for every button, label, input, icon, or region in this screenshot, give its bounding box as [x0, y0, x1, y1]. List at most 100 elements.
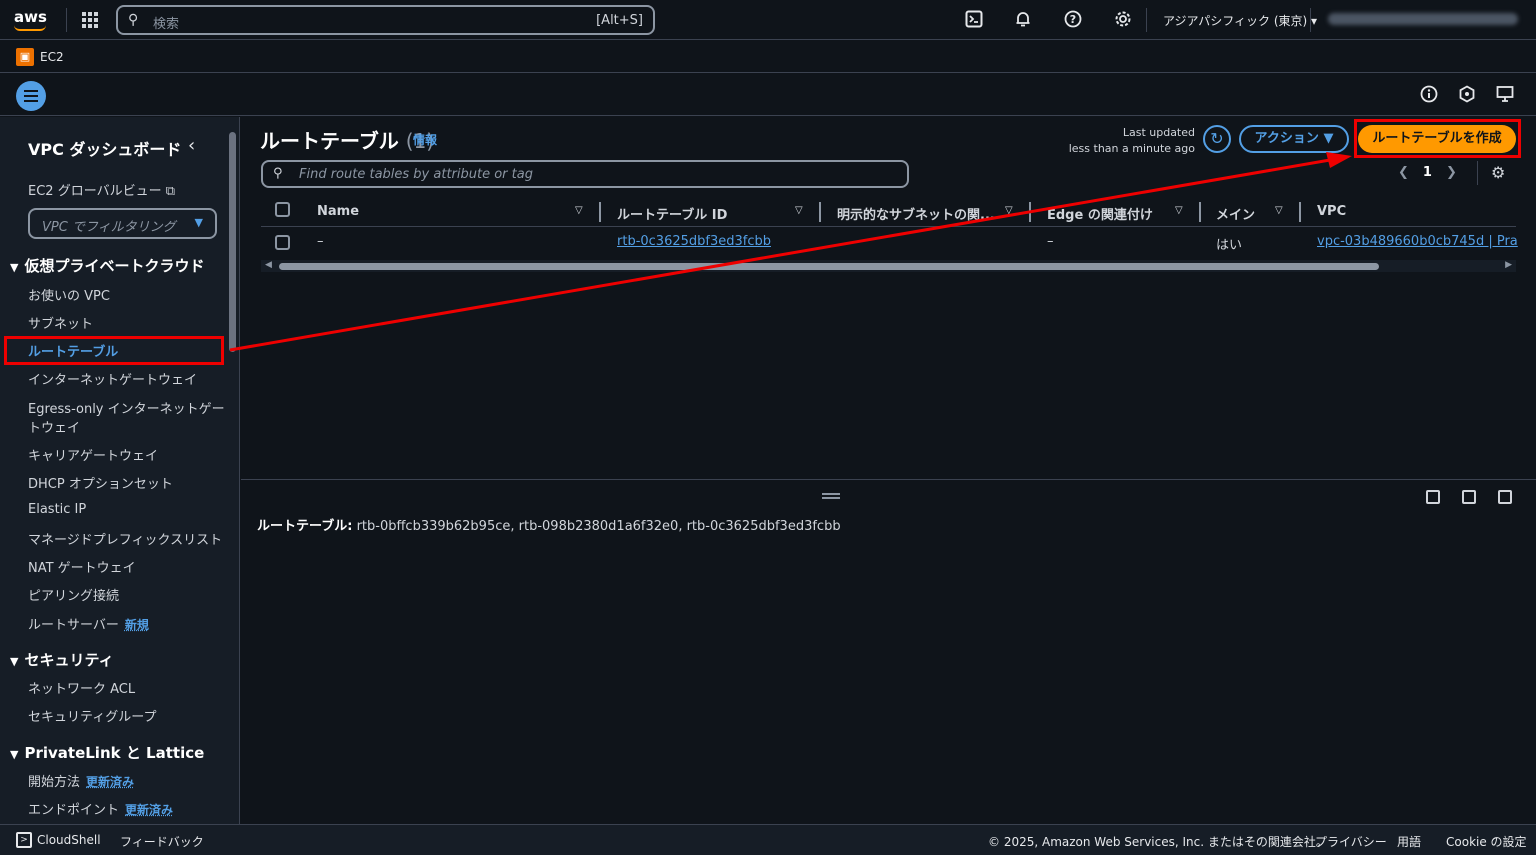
split-view-side-icon[interactable] — [1462, 490, 1476, 504]
aws-logo[interactable]: aws — [14, 8, 50, 32]
sidebar-item-security-groups[interactable]: セキュリティグループ — [28, 706, 156, 725]
section-vpc[interactable]: ▼ 仮想プライベートクラウド — [10, 255, 204, 276]
cell-route-table-id[interactable]: rtb-0c3625dbf3ed3fcbb — [617, 234, 771, 249]
notifications-bell-icon[interactable] — [1013, 10, 1033, 30]
section-security[interactable]: ▼ セキュリティ — [10, 649, 114, 670]
display-settings-icon[interactable] — [1495, 85, 1515, 105]
next-page-icon[interactable]: ❯ — [1446, 165, 1457, 180]
selected-value: rtb-0bffcb339b62b95ce, rtb-098b2380d1a6f… — [356, 519, 841, 534]
sort-icon[interactable]: ▽ — [1005, 205, 1013, 216]
caret-down-icon: ▼ — [10, 655, 19, 668]
table-horizontal-scrollbar[interactable]: ◀ ▶ — [261, 260, 1516, 272]
column-resizer[interactable] — [1199, 202, 1201, 222]
new-badge: 新規 — [124, 618, 149, 632]
cookie-settings-link[interactable]: Cookie の設定 — [1446, 833, 1527, 850]
sidebar-scroll-thumb[interactable] — [229, 132, 236, 352]
sidebar-item-label: エンドポイント — [28, 803, 120, 818]
scroll-thumb[interactable] — [279, 263, 1379, 270]
last-updated: Last updated less than a minute ago — [1069, 125, 1195, 157]
feedback-link[interactable]: フィードバック — [120, 833, 204, 850]
service-shortcut-ec2[interactable]: EC2 — [40, 50, 64, 64]
settings-gear-icon[interactable] — [1113, 10, 1133, 30]
search-icon: ⚲ — [273, 166, 283, 181]
column-header-name[interactable]: Name — [317, 204, 359, 219]
account-menu[interactable] — [1328, 13, 1518, 25]
prev-page-icon[interactable]: ❮ — [1398, 165, 1409, 180]
sidebar-item-route-servers[interactable]: ルートサーバー 新規 — [28, 614, 149, 633]
table-row[interactable]: – rtb-0c3625dbf3ed3fcbb – はい vpc-03b4896… — [261, 229, 1518, 259]
sort-icon[interactable]: ▽ — [1275, 205, 1283, 216]
sidebar-item-nat-gateways[interactable]: NAT ゲートウェイ — [28, 557, 136, 576]
external-link-icon: ⧉ — [165, 184, 176, 199]
cloudshell-icon[interactable]: > — [16, 832, 32, 848]
section-label: PrivateLink と Lattice — [24, 744, 205, 762]
sort-icon[interactable]: ▽ — [795, 205, 803, 216]
resize-handle-icon[interactable] — [822, 493, 840, 499]
sort-icon[interactable]: ▽ — [1175, 205, 1183, 216]
column-header-edge-associations[interactable]: Edge の関連付け — [1047, 204, 1153, 223]
updated-badge: 更新済み — [125, 803, 174, 817]
cell-vpc[interactable]: vpc-03b489660b0cb745d | Pra — [1317, 234, 1518, 249]
updated-badge: 更新済み — [86, 775, 135, 789]
services-menu-icon[interactable] — [82, 12, 98, 28]
current-page[interactable]: 1 — [1423, 165, 1432, 180]
sidebar-item-egress-only-igw[interactable]: Egress-only インターネットゲー トウェイ — [28, 398, 225, 436]
split-view-bottom-icon[interactable] — [1426, 490, 1440, 504]
region-selector[interactable]: アジアパシフィック (東京) ▾ — [1163, 12, 1317, 29]
close-sidebar-icon[interactable]: ‹ — [188, 135, 195, 156]
annotation-highlight-box — [1354, 119, 1521, 158]
column-resizer[interactable] — [819, 202, 821, 222]
split-view-full-icon[interactable] — [1498, 490, 1512, 504]
refresh-button[interactable]: ↻ — [1203, 125, 1231, 153]
column-header-main[interactable]: メイン — [1216, 204, 1255, 223]
section-label: セキュリティ — [24, 651, 114, 669]
column-resizer[interactable] — [1299, 202, 1301, 222]
sidebar-item-dhcp-options[interactable]: DHCP オプションセット — [28, 473, 173, 492]
sidebar-title[interactable]: VPC ダッシュボード — [28, 136, 181, 160]
cloudshell-icon[interactable] — [964, 10, 984, 30]
table-preferences-gear-icon[interactable]: ⚙ — [1491, 163, 1505, 182]
sort-icon[interactable]: ▽ — [575, 205, 583, 216]
sidebar-item-subnets[interactable]: サブネット — [28, 313, 93, 332]
sidebar-item-internet-gateways[interactable]: インターネットゲートウェイ — [28, 369, 197, 388]
section-privatelink[interactable]: ▼ PrivateLink と Lattice — [10, 742, 204, 763]
filter-placeholder: Find route tables by attribute or tag — [299, 167, 533, 182]
cell-name: – — [317, 234, 324, 249]
global-search-input[interactable]: ⚲ 検索 [Alt+S] — [116, 5, 655, 35]
route-tables-panel: ルートテーブル (1) 情報 Last updated less than a m… — [241, 117, 1536, 479]
select-all-checkbox[interactable] — [275, 202, 290, 217]
terms-link[interactable]: 用語 — [1397, 833, 1421, 850]
cell-edge-associations: – — [1047, 234, 1054, 249]
sidebar-item-peering[interactable]: ピアリング接続 — [28, 585, 119, 604]
sidebar-item-endpoints[interactable]: エンドポイント 更新済み — [28, 799, 173, 818]
sidebar-item-network-acl[interactable]: ネットワーク ACL — [28, 678, 135, 697]
sidebar-item-prefix-lists[interactable]: マネージドプレフィックスリスト — [28, 529, 222, 548]
column-header-route-table-id[interactable]: ルートテーブル ID — [617, 204, 727, 223]
column-header-explicit-subnets[interactable]: 明示的なサブネットの関... — [837, 204, 995, 223]
help-icon[interactable]: ? — [1063, 10, 1083, 30]
vpc-filter-select[interactable]: VPC でフィルタリング ▼ — [28, 208, 217, 239]
security-hexagon-icon[interactable] — [1457, 85, 1477, 105]
divider — [1310, 8, 1311, 32]
table-filter-input[interactable]: ⚲ Find route tables by attribute or tag — [261, 160, 909, 188]
info-link[interactable]: 情報 — [413, 131, 437, 148]
row-checkbox[interactable] — [275, 235, 290, 250]
actions-dropdown-button[interactable]: アクション ▼ — [1239, 125, 1349, 153]
sidebar-item-carrier-gateways[interactable]: キャリアゲートウェイ — [28, 445, 158, 464]
sidebar-item-elastic-ip[interactable]: Elastic IP — [28, 502, 86, 517]
privacy-link[interactable]: プライバシー — [1315, 833, 1387, 850]
column-resizer[interactable] — [1029, 202, 1031, 222]
side-nav-toggle-button[interactable] — [16, 81, 46, 111]
sidebar-item-getting-started[interactable]: 開始方法 更新済み — [28, 771, 134, 790]
cloudshell-link[interactable]: CloudShell — [37, 833, 101, 847]
info-panel-icon[interactable] — [1419, 85, 1439, 105]
sidebar-item-ec2-global-view[interactable]: EC2 グローバルビュー ⧉ — [28, 180, 175, 199]
column-resizer[interactable] — [599, 202, 601, 222]
scroll-left-icon[interactable]: ◀ — [265, 260, 272, 270]
ec2-service-icon[interactable]: ▣ — [16, 48, 34, 66]
column-header-vpc[interactable]: VPC — [1317, 204, 1346, 219]
sidebar-item-label: ルートサーバー — [28, 618, 119, 633]
scroll-right-icon[interactable]: ▶ — [1505, 260, 1512, 270]
sidebar-item-your-vpcs[interactable]: お使いの VPC — [28, 285, 110, 304]
selected-label: ルートテーブル: — [257, 519, 353, 534]
